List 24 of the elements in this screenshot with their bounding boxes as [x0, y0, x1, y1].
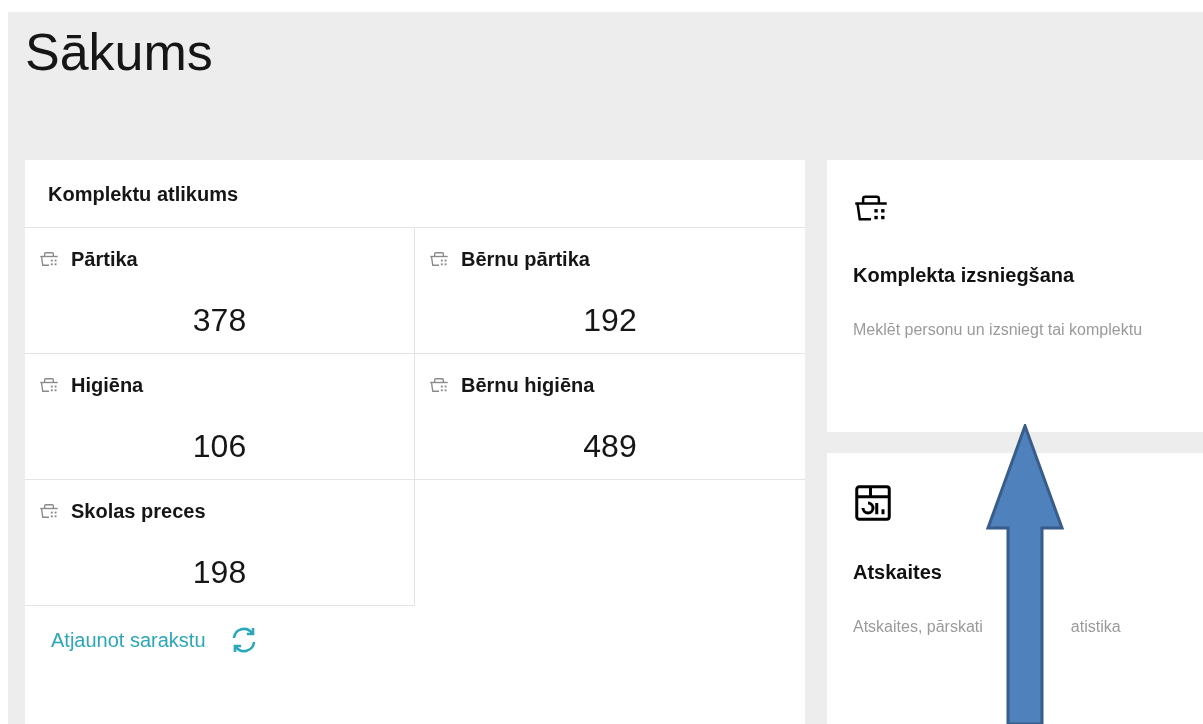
basket-icon — [429, 249, 449, 269]
basket-icon — [39, 501, 59, 521]
stock-label: Bērnu higiēna — [461, 373, 595, 398]
stock-label: Pārtika — [71, 247, 138, 272]
tile-description: Atskaites, pārskati — [853, 617, 983, 637]
stock-count: 378 — [192, 301, 247, 340]
stock-count: 106 — [192, 427, 247, 466]
page-title: Sākums — [25, 26, 214, 83]
stock-label: Skolas preces — [71, 499, 206, 524]
tile-description: Meklēt personu un izsniegt tai komplektu — [853, 320, 1143, 340]
stock-count: 489 — [583, 427, 637, 466]
stock-label: Bērnu pārtika — [461, 247, 590, 272]
stock-count: 198 — [192, 553, 247, 592]
tile-title: Atskaites — [853, 560, 943, 585]
basket-icon — [39, 249, 59, 269]
basket-icon — [39, 375, 59, 395]
stock-label: Higiēna — [71, 373, 144, 398]
tile-card[interactable]: Komplekta izsniegšana Meklēt personu un izsniegt tai komplektu — [827, 160, 1203, 432]
basket-icon — [429, 375, 449, 395]
stock-count: 192 — [583, 301, 637, 340]
report-icon — [853, 483, 893, 523]
tile-title: Komplekta izsniegšana — [853, 263, 1076, 288]
panel-title: Komplektu atlikums — [25, 160, 805, 228]
tile-description: atistika — [1070, 617, 1121, 637]
